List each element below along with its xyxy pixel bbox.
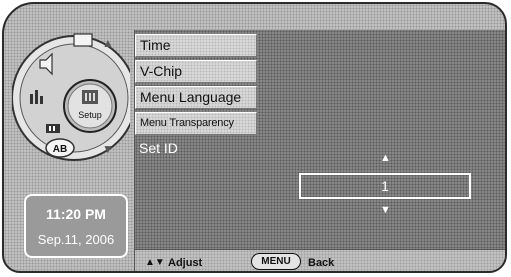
adjust-arrows-icon: ▲▼ bbox=[145, 257, 165, 268]
menu-button[interactable]: MENU bbox=[251, 253, 301, 270]
back-label: Back bbox=[308, 257, 335, 269]
value-down-arrow-icon[interactable]: ▼ bbox=[380, 204, 391, 216]
wheel-up-arrow-icon[interactable]: ▲ bbox=[102, 36, 114, 50]
menu-item-menu-transparency[interactable]: Menu Transparency bbox=[135, 112, 257, 135]
adjust-label: Adjust bbox=[168, 257, 203, 269]
lock-icon[interactable] bbox=[46, 124, 60, 133]
footer-help-bar: ▲▼ Adjust MENU Back bbox=[135, 249, 505, 271]
set-id-value-field[interactable]: 1 bbox=[299, 173, 471, 199]
osd-frame: AB Setup ▲ ▼ 11:20 PM Sep.11, 2006 Time … bbox=[2, 2, 507, 273]
picture-icon[interactable] bbox=[73, 33, 93, 47]
menu-item-set-id[interactable]: Set ID bbox=[135, 138, 257, 161]
value-up-arrow-icon[interactable]: ▲ bbox=[380, 152, 391, 164]
clock-date: Sep.11, 2006 bbox=[37, 232, 115, 247]
tv-bezel: AB Setup ▲ ▼ 11:20 PM Sep.11, 2006 Time … bbox=[0, 0, 511, 277]
menu-item-menu-language[interactable]: Menu Language bbox=[135, 86, 257, 109]
clock-time: 11:20 PM bbox=[46, 206, 106, 222]
clock-display: 11:20 PM Sep.11, 2006 bbox=[24, 194, 128, 258]
wheel-down-arrow-icon[interactable]: ▼ bbox=[102, 142, 114, 156]
menu-item-time[interactable]: Time bbox=[135, 34, 257, 57]
ab-label: AB bbox=[53, 144, 67, 155]
setup-icon[interactable]: Setup bbox=[63, 79, 117, 133]
input-ab-icon[interactable]: AB bbox=[45, 138, 75, 158]
menu-item-v-chip[interactable]: V-Chip bbox=[135, 60, 257, 83]
setup-label: Setup bbox=[78, 110, 102, 120]
setup-menu-panel: Time V-Chip Menu Language Menu Transpare… bbox=[134, 30, 505, 271]
